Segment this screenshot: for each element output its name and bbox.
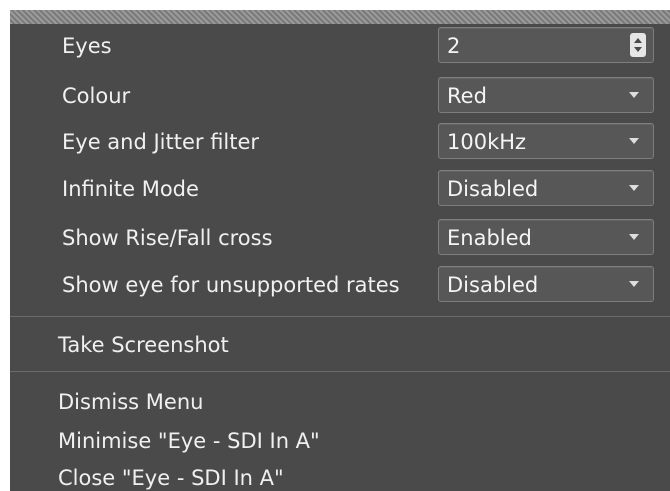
spin-arrows-icon[interactable] bbox=[630, 33, 646, 57]
dismiss-menu-item[interactable]: Dismiss Menu bbox=[58, 390, 203, 414]
minimise-window-item[interactable]: Minimise "Eye - SDI In A" bbox=[58, 429, 320, 453]
setting-row-colour: Colour Red bbox=[10, 76, 670, 116]
setting-row-eye-jitter-filter: Eye and Jitter filter 100kHz bbox=[10, 122, 670, 162]
spin-down-icon[interactable] bbox=[634, 47, 642, 52]
setting-label-colour: Colour bbox=[62, 84, 131, 108]
chevron-down-icon bbox=[629, 281, 639, 287]
context-menu: Eyes 2 Colour Red Eye and Jitter filter … bbox=[10, 10, 670, 491]
infinite-mode-dropdown[interactable]: Disabled bbox=[438, 170, 654, 206]
menu-divider bbox=[10, 371, 670, 372]
infinite-mode-value: Disabled bbox=[447, 177, 539, 201]
eye-jitter-filter-dropdown[interactable]: 100kHz bbox=[438, 123, 654, 159]
setting-label-rise-fall-cross: Show Rise/Fall cross bbox=[62, 226, 273, 250]
eye-jitter-filter-value: 100kHz bbox=[447, 130, 527, 154]
colour-dropdown[interactable]: Red bbox=[438, 77, 654, 113]
take-screenshot-item[interactable]: Take Screenshot bbox=[58, 333, 229, 357]
unsupported-rates-value: Disabled bbox=[447, 273, 539, 297]
chevron-down-icon bbox=[629, 92, 639, 98]
chevron-down-icon bbox=[629, 185, 639, 191]
chevron-down-icon bbox=[629, 138, 639, 144]
rise-fall-cross-dropdown[interactable]: Enabled bbox=[438, 219, 654, 255]
eyes-value: 2 bbox=[447, 34, 461, 58]
close-window-item[interactable]: Close "Eye - SDI In A" bbox=[58, 466, 284, 490]
setting-label-eyes: Eyes bbox=[62, 34, 112, 58]
setting-row-infinite-mode: Infinite Mode Disabled bbox=[10, 169, 670, 209]
unsupported-rates-dropdown[interactable]: Disabled bbox=[438, 266, 654, 302]
menu-divider bbox=[10, 316, 670, 317]
setting-row-eyes: Eyes 2 bbox=[10, 26, 670, 66]
spin-up-icon[interactable] bbox=[634, 38, 642, 43]
eyes-spinbox[interactable]: 2 bbox=[438, 27, 654, 63]
setting-row-unsupported-rates: Show eye for unsupported rates Disabled bbox=[10, 265, 670, 305]
setting-label-unsupported-rates: Show eye for unsupported rates bbox=[62, 273, 400, 297]
colour-value: Red bbox=[447, 84, 487, 108]
rise-fall-cross-value: Enabled bbox=[447, 226, 532, 250]
setting-label-infinite-mode: Infinite Mode bbox=[62, 177, 199, 201]
setting-row-rise-fall-cross: Show Rise/Fall cross Enabled bbox=[10, 218, 670, 258]
setting-label-eye-jitter-filter: Eye and Jitter filter bbox=[62, 130, 260, 154]
menu-top-stripe bbox=[10, 10, 670, 24]
chevron-down-icon bbox=[629, 234, 639, 240]
